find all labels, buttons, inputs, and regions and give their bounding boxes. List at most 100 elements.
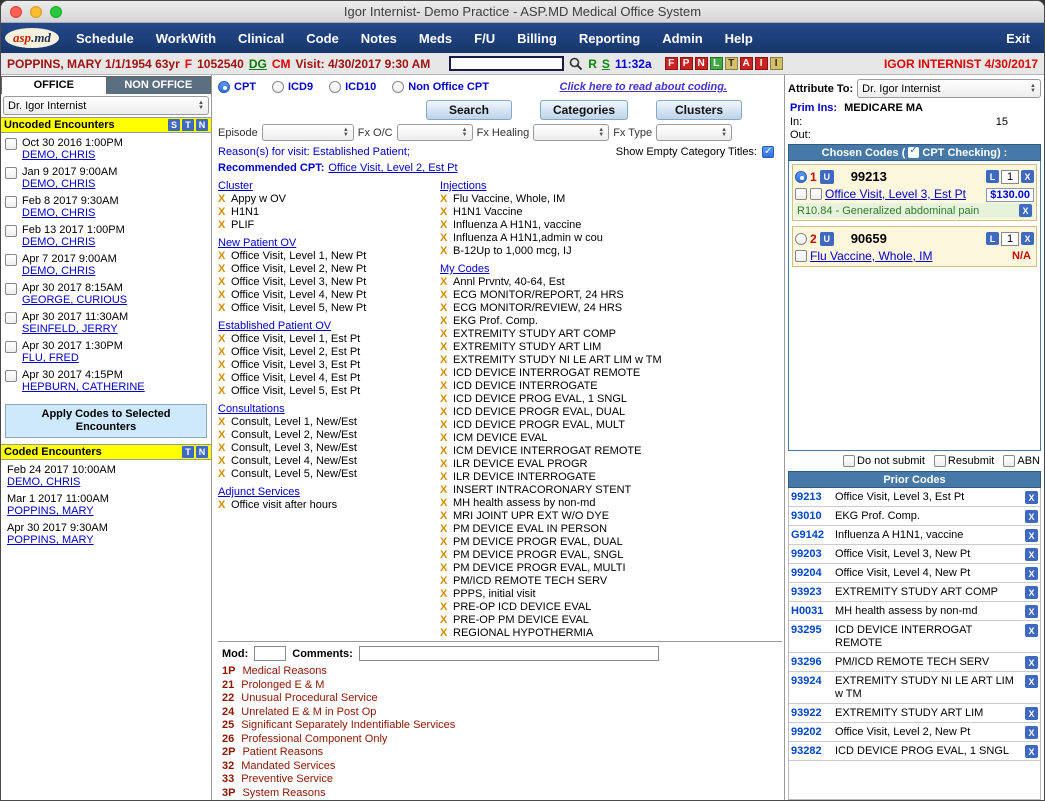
- code-type-radio-label[interactable]: ICD10: [345, 81, 376, 93]
- code-item-label[interactable]: Influenza A H1N1, vaccine: [453, 219, 581, 232]
- comments-input[interactable]: [359, 646, 659, 661]
- code-item-label[interactable]: ICD DEVICE PROGR EVAL, DUAL: [453, 406, 625, 419]
- code-item-label[interactable]: PM DEVICE PROGR EVAL, SNGL: [453, 549, 623, 562]
- add-code-x-button[interactable]: X: [218, 442, 231, 455]
- category-title-link[interactable]: Adjunct Services: [218, 485, 440, 499]
- modifier-item[interactable]: 2PPatient Reasons: [222, 746, 782, 760]
- add-code-x-button[interactable]: X: [440, 354, 453, 367]
- encounter-patient-link[interactable]: POPPINS, MARY: [7, 505, 209, 517]
- code-item-label[interactable]: ICD DEVICE INTERROGATE: [453, 380, 598, 393]
- encounter-checkbox[interactable]: [5, 254, 17, 266]
- code-type-radio[interactable]: [272, 81, 284, 93]
- patient-name-dob-age[interactable]: POPPINS, MARY 1/1/1954 63yr: [7, 57, 180, 71]
- encounter-patient-link[interactable]: GEORGE, CURIOUS: [22, 294, 127, 306]
- add-code-x-button[interactable]: X: [440, 536, 453, 549]
- zoom-window-button[interactable]: [50, 6, 62, 18]
- coding-action-button[interactable]: Categories: [540, 100, 628, 120]
- remove-code-button[interactable]: X: [1021, 170, 1034, 183]
- code-item-label[interactable]: Office Visit, Level 5, Est Pt: [231, 385, 360, 398]
- code-item-label[interactable]: Office Visit, Level 3, New Pt: [231, 276, 366, 289]
- prior-code-link[interactable]: 99204: [791, 567, 831, 579]
- add-code-x-button[interactable]: X: [218, 416, 231, 429]
- encounter-checkbox[interactable]: [5, 138, 17, 150]
- code-item-label[interactable]: H1N1: [231, 206, 259, 219]
- code-item-label[interactable]: INSERT INTRACORONARY STENT: [453, 484, 631, 497]
- status-badge[interactable]: L: [710, 57, 723, 70]
- modifier-item[interactable]: 22Unusual Procedural Service: [222, 692, 782, 706]
- code-item-label[interactable]: ILR DEVICE INTERROGATE: [453, 471, 596, 484]
- add-code-x-button[interactable]: X: [440, 367, 453, 380]
- add-code-x-button[interactable]: X: [218, 499, 231, 512]
- add-code-x-button[interactable]: X: [218, 372, 231, 385]
- remove-prior-code-button[interactable]: X: [1025, 656, 1038, 669]
- category-title-link[interactable]: Cluster: [218, 179, 440, 193]
- code-item-label[interactable]: ICM DEVICE EVAL: [453, 432, 548, 445]
- lab-button[interactable]: L: [986, 232, 999, 245]
- encounter-patient-link[interactable]: DEMO, CHRIS: [22, 236, 125, 248]
- code-item-label[interactable]: EKG Prof. Comp.: [453, 315, 538, 328]
- recommended-cpt-link[interactable]: Office Visit, Level 2, Est Pt: [328, 162, 457, 174]
- modifier-item[interactable]: 1PMedical Reasons: [222, 665, 782, 679]
- modifier-item[interactable]: 21Prolonged E & M: [222, 679, 782, 693]
- code-type-radio-label[interactable]: CPT: [234, 81, 256, 93]
- add-code-x-button[interactable]: X: [440, 341, 453, 354]
- remove-prior-code-button[interactable]: X: [1025, 675, 1038, 688]
- add-code-x-button[interactable]: X: [218, 455, 231, 468]
- sort-mini-button[interactable]: N: [196, 119, 208, 131]
- encounter-patient-link[interactable]: SEINFELD, JERRY: [22, 323, 128, 335]
- code-item-label[interactable]: PM DEVICE PROGR EVAL, MULTI: [453, 562, 626, 575]
- add-code-x-button[interactable]: X: [440, 206, 453, 219]
- remove-prior-code-button[interactable]: X: [1025, 624, 1038, 637]
- add-code-x-button[interactable]: X: [440, 510, 453, 523]
- prior-code-link[interactable]: 99202: [791, 726, 831, 738]
- code-item-label[interactable]: H1N1 Vaccine: [453, 206, 523, 219]
- filter-select[interactable]: ▲▼: [533, 124, 609, 141]
- attribute-provider-select[interactable]: Dr. Igor Internist ▲▼: [857, 79, 1041, 98]
- add-code-x-button[interactable]: X: [440, 419, 453, 432]
- sort-mini-button[interactable]: T: [182, 119, 194, 131]
- encounter-patient-link[interactable]: HEPBURN, CATHERINE: [22, 381, 145, 393]
- cm-link[interactable]: CM: [272, 57, 291, 71]
- code-item-label[interactable]: REGIONAL HYPOTHERMIA: [453, 627, 593, 640]
- chosen-code-checkbox-2[interactable]: [810, 188, 822, 200]
- add-code-x-button[interactable]: X: [218, 346, 231, 359]
- nav-menu-item[interactable]: Notes: [350, 31, 408, 46]
- encounter-checkbox[interactable]: [5, 167, 17, 179]
- tab-office[interactable]: OFFICE: [1, 76, 107, 94]
- prior-code-link[interactable]: 93923: [791, 586, 831, 598]
- submit-option-checkbox[interactable]: [843, 455, 855, 467]
- filter-select[interactable]: ▲▼: [656, 124, 732, 141]
- code-item-label[interactable]: Office Visit, Level 5, New Pt: [231, 302, 366, 315]
- code-type-radio-label[interactable]: ICD9: [288, 81, 313, 93]
- coding-action-button[interactable]: Search: [426, 100, 512, 120]
- add-code-x-button[interactable]: X: [440, 562, 453, 575]
- add-code-x-button[interactable]: X: [440, 276, 453, 289]
- add-code-x-button[interactable]: X: [440, 614, 453, 627]
- status-badge[interactable]: N: [695, 57, 708, 70]
- code-item-label[interactable]: Office Visit, Level 2, New Pt: [231, 263, 366, 276]
- remove-prior-code-button[interactable]: X: [1025, 529, 1038, 542]
- quantity-input[interactable]: [1001, 170, 1019, 184]
- add-code-x-button[interactable]: X: [440, 406, 453, 419]
- code-item-label[interactable]: Office Visit, Level 3, Est Pt: [231, 359, 360, 372]
- code-type-radio-label[interactable]: Non Office CPT: [408, 81, 489, 93]
- prior-code-link[interactable]: 99213: [791, 491, 831, 503]
- add-code-x-button[interactable]: X: [440, 497, 453, 510]
- encounter-checkbox[interactable]: [5, 225, 17, 237]
- encounter-patient-link[interactable]: DEMO, CHRIS: [7, 476, 209, 488]
- remove-prior-code-button[interactable]: X: [1025, 726, 1038, 739]
- category-title-link[interactable]: Injections: [440, 179, 782, 193]
- coding-help-link[interactable]: Click here to read about coding.: [560, 81, 727, 93]
- add-code-x-button[interactable]: X: [218, 193, 231, 206]
- nav-menu-item[interactable]: Billing: [506, 31, 568, 46]
- encounter-patient-link[interactable]: DEMO, CHRIS: [22, 178, 117, 190]
- cpt-checking-checkbox[interactable]: [908, 147, 919, 158]
- code-item-label[interactable]: PLIF: [231, 219, 254, 232]
- code-item-label[interactable]: Flu Vaccine, Whole, IM: [453, 193, 565, 206]
- remove-prior-code-button[interactable]: X: [1025, 510, 1038, 523]
- sort-mini-button[interactable]: N: [196, 446, 208, 458]
- code-item-label[interactable]: ECG MONITOR/REVIEW, 24 HRS: [453, 302, 622, 315]
- nav-menu-item[interactable]: Meds: [408, 31, 463, 46]
- code-item-label[interactable]: PRE-OP PM DEVICE EVAL: [453, 614, 589, 627]
- code-item-label[interactable]: ICD DEVICE INTERROGAT REMOTE: [453, 367, 640, 380]
